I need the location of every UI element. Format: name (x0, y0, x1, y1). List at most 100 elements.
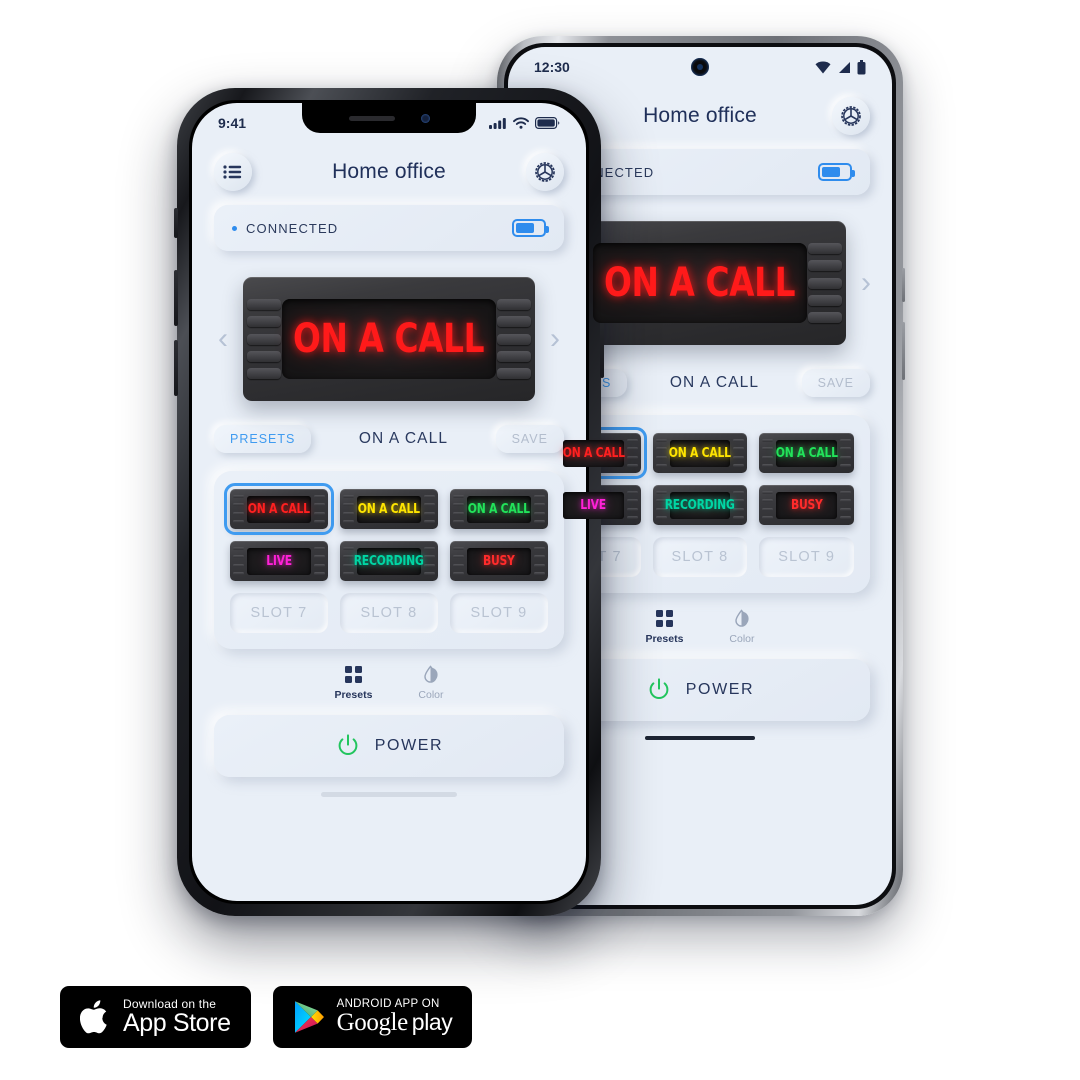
preset-display-panel: RECORDING (354, 547, 424, 575)
google-play-bottom-label: Google play (337, 1008, 453, 1036)
droplet-icon (735, 609, 750, 627)
iphone-mute-switch[interactable] (174, 208, 178, 238)
tab-presets-label: Presets (334, 689, 373, 701)
sign-fins-right (808, 243, 842, 323)
preset-fins-right (314, 547, 325, 575)
apple-logo-icon (80, 1000, 107, 1034)
presets-button[interactable]: PRESETS (214, 425, 312, 453)
tab-color[interactable]: Color (729, 609, 755, 645)
save-button[interactable]: SAVE (495, 425, 564, 453)
iphone-volume-up-button[interactable] (174, 270, 178, 326)
preset-fins-right (839, 491, 851, 519)
preset-display-text: ON A CALL (562, 445, 625, 461)
preset-empty-slot[interactable]: SLOT 7 (230, 593, 328, 633)
preset-fins-right (626, 439, 638, 467)
android-side-button-up[interactable] (902, 268, 905, 302)
preset-empty-slot[interactable]: SLOT 9 (759, 537, 854, 577)
tab-color-label: Color (729, 633, 755, 645)
wifi-icon (815, 60, 831, 73)
preset-display-panel: LIVE (563, 491, 624, 519)
preset-display-text: LIVE (266, 553, 292, 569)
store-badges: Download on the App Store ANDROID APP ON (60, 986, 473, 1048)
iphone-screen: 9:41 Home office CONNECTED ‹ ON A CALL ›… (192, 103, 586, 901)
connection-status-left: CONNECTED (232, 221, 338, 236)
preset-fins-left (453, 495, 464, 523)
android-status-time: 12:30 (534, 59, 570, 75)
preset-item[interactable]: BUSY (759, 485, 854, 525)
preset-fins-right (839, 439, 851, 467)
iphone-volume-down-button[interactable] (174, 340, 178, 396)
save-button[interactable]: SAVE (801, 369, 870, 397)
preset-item[interactable]: BUSY (450, 541, 548, 581)
settings-button[interactable] (832, 97, 870, 135)
preset-item-selected[interactable]: ON A CALL (224, 483, 334, 535)
menu-button[interactable] (214, 153, 252, 191)
sign-display-panel: ON A CALL (282, 299, 496, 379)
preset-display-panel: ON A CALL (247, 495, 311, 523)
preset-grid: ON A CALL ON A CALL ON A CALL LIVE RECORDING… (214, 471, 564, 649)
preset-fins-right (733, 491, 745, 519)
app-store-badge[interactable]: Download on the App Store (60, 986, 251, 1048)
carousel-prev-button[interactable]: ‹ (213, 324, 233, 354)
preset-item[interactable]: ON A CALL (340, 489, 438, 529)
power-button[interactable]: POWER (214, 715, 564, 777)
preset-display-panel: RECORDING (665, 491, 735, 519)
app-store-bottom-label: App Store (123, 1009, 231, 1038)
preset-display-text: ON A CALL (668, 445, 731, 461)
preset-empty-slot[interactable]: SLOT 8 (340, 593, 438, 633)
settings-button[interactable] (526, 153, 564, 191)
tab-color[interactable]: Color (418, 665, 444, 701)
preset-fins-right (424, 547, 435, 575)
power-button-label: POWER (374, 737, 444, 754)
preset-item[interactable]: LIVE (230, 541, 328, 581)
page-title: Home office (332, 160, 446, 183)
tab-presets-label: Presets (645, 633, 684, 645)
tab-presets[interactable]: Presets (334, 665, 372, 701)
preset-item[interactable]: ON A CALL (759, 433, 854, 473)
device-battery-indicator (818, 163, 855, 181)
preset-item[interactable]: ON A CALL (652, 433, 748, 473)
android-status-icons (815, 59, 866, 75)
preset-item[interactable]: ON A CALL (450, 489, 548, 529)
preset-display-panel: ON A CALL (668, 439, 731, 467)
preset-fins-right (626, 491, 638, 519)
current-preset-label: ON A CALL (669, 374, 760, 391)
carousel-next-button[interactable]: › (856, 268, 876, 298)
preset-label-row: PRESETS ON A CALL SAVE (192, 411, 586, 459)
play-word: play (411, 1008, 453, 1035)
grid-icon (655, 610, 673, 627)
connection-status-card[interactable]: CONNECTED (214, 205, 564, 251)
tab-color-label: Color (418, 689, 444, 701)
sign-carousel: ‹ ON A CALL › (192, 251, 586, 411)
front-camera-punch-hole (691, 58, 709, 76)
preset-fins-right (733, 439, 745, 467)
gear-icon (841, 106, 861, 126)
sign-preview[interactable]: ON A CALL (243, 277, 535, 401)
iphone-home-indicator[interactable] (192, 777, 586, 811)
bottom-tab-bar: Presets Color (192, 649, 586, 711)
google-play-badge[interactable]: ANDROID APP ON Google play (272, 986, 473, 1048)
earpiece-speaker (348, 115, 395, 121)
preset-display-text: ON A CALL (358, 501, 421, 517)
iphone-notch (302, 103, 476, 133)
preset-display-panel: ON A CALL (562, 439, 625, 467)
front-camera-icon (420, 113, 430, 123)
iphone-status-time: 9:41 (218, 115, 247, 131)
iphone-app-header: Home office (192, 143, 586, 205)
preset-fins-right (314, 495, 325, 523)
preset-empty-slot[interactable]: SLOT 9 (450, 593, 548, 633)
preset-empty-slot[interactable]: SLOT 8 (652, 537, 748, 577)
preset-item[interactable]: RECORDING (652, 485, 748, 525)
preset-fins-left (453, 547, 464, 575)
android-side-button-power[interactable] (902, 322, 905, 380)
list-icon (223, 165, 242, 179)
preset-fins-left (343, 547, 354, 575)
preset-item[interactable]: RECORDING (340, 541, 438, 581)
iphone-status-icons (489, 117, 560, 129)
tab-presets[interactable]: Presets (645, 609, 683, 645)
carousel-next-button[interactable]: › (545, 324, 565, 354)
cellular-signal-icon (489, 118, 506, 129)
preset-display-panel: LIVE (247, 547, 311, 575)
iphone-app-content: 9:41 Home office CONNECTED ‹ ON A CALL ›… (192, 103, 586, 901)
grid-icon (344, 666, 362, 683)
